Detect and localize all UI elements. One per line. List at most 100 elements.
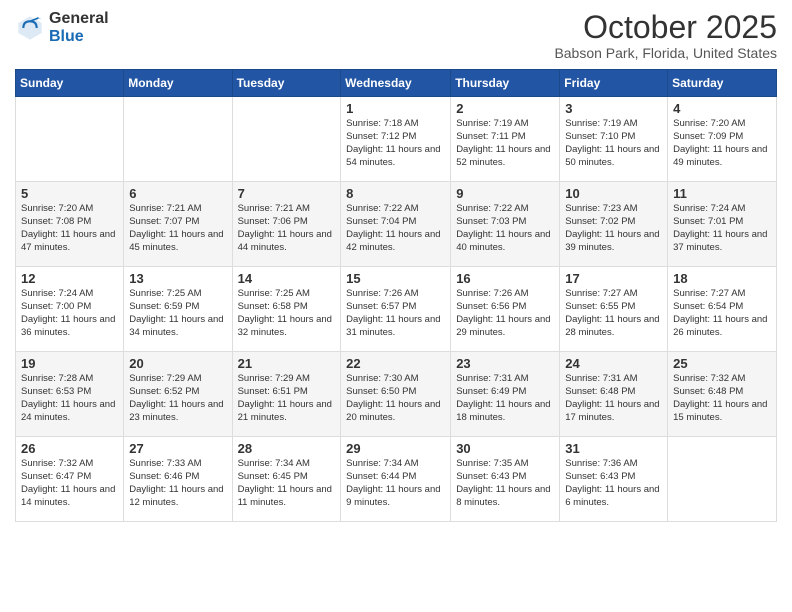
location: Babson Park, Florida, United States [554, 45, 777, 61]
day-number: 19 [21, 356, 118, 371]
logo: General Blue [15, 10, 109, 45]
day-info: Sunrise: 7:20 AM Sunset: 7:08 PM Dayligh… [21, 203, 118, 254]
month-title: October 2025 [554, 10, 777, 45]
calendar-cell: 8 Sunrise: 7:22 AM Sunset: 7:04 PM Daylig… [341, 182, 451, 267]
calendar-cell: 30 Sunrise: 7:35 AM Sunset: 6:43 PM Dayli… [451, 437, 560, 522]
day-number: 23 [456, 356, 554, 371]
calendar-cell: 12 Sunrise: 7:24 AM Sunset: 7:00 PM Dayli… [16, 267, 124, 352]
day-number: 31 [565, 441, 662, 456]
calendar-cell [124, 97, 232, 182]
day-number: 13 [129, 271, 226, 286]
day-info: Sunrise: 7:25 AM Sunset: 6:59 PM Dayligh… [129, 288, 226, 339]
logo-icon [15, 13, 45, 43]
calendar-table: SundayMondayTuesdayWednesdayThursdayFrid… [15, 69, 777, 522]
calendar-cell: 14Sunrise: 7:25 AM Sunset: 6:58 PM Dayli… [232, 267, 341, 352]
calendar-cell: 10 Sunrise: 7:23 AM Sunset: 7:02 PM Dayli… [560, 182, 668, 267]
logo-general-text: General [49, 10, 109, 28]
day-number: 17 [565, 271, 662, 286]
calendar-cell: 7 Sunrise: 7:21 AM Sunset: 7:06 PM Daylig… [232, 182, 341, 267]
day-number: 22 [346, 356, 445, 371]
calendar-cell: 13 Sunrise: 7:25 AM Sunset: 6:59 PM Dayli… [124, 267, 232, 352]
calendar-cell: 28 Sunrise: 7:34 AM Sunset: 6:45 PM Dayli… [232, 437, 341, 522]
day-number: 29 [346, 441, 445, 456]
day-info: Sunrise: 7:22 AM Sunset: 7:03 PM Dayligh… [456, 203, 554, 254]
day-info: Sunrise: 7:27 AM Sunset: 6:55 PM Dayligh… [565, 288, 662, 339]
day-info: Sunrise: 7:32 AM Sunset: 6:47 PM Dayligh… [21, 458, 118, 509]
day-info: Sunrise: 7:31 AM Sunset: 6:49 PM Dayligh… [456, 373, 554, 424]
weekday-header-tuesday: Tuesday [232, 70, 341, 97]
day-info: Sunrise: 7:29 AM Sunset: 6:52 PM Dayligh… [129, 373, 226, 424]
title-section: October 2025 Babson Park, Florida, Unite… [554, 10, 777, 61]
day-number: 28 [238, 441, 336, 456]
day-number: 21 [238, 356, 336, 371]
calendar-cell: 25Sunrise: 7:32 AM Sunset: 6:48 PM Dayli… [668, 352, 777, 437]
day-info: Sunrise: 7:27 AM Sunset: 6:54 PM Dayligh… [673, 288, 771, 339]
calendar-cell [16, 97, 124, 182]
day-info: Sunrise: 7:19 AM Sunset: 7:11 PM Dayligh… [456, 118, 554, 169]
calendar-cell: 29 Sunrise: 7:34 AM Sunset: 6:44 PM Dayli… [341, 437, 451, 522]
calendar-cell: 15 Sunrise: 7:26 AM Sunset: 6:57 PM Dayli… [341, 267, 451, 352]
day-number: 11 [673, 186, 771, 201]
day-info: Sunrise: 7:21 AM Sunset: 7:06 PM Dayligh… [238, 203, 336, 254]
day-number: 15 [346, 271, 445, 286]
day-info: Sunrise: 7:21 AM Sunset: 7:07 PM Dayligh… [129, 203, 226, 254]
weekday-header-monday: Monday [124, 70, 232, 97]
day-info: Sunrise: 7:29 AM Sunset: 6:51 PM Dayligh… [238, 373, 336, 424]
calendar-cell: 17 Sunrise: 7:27 AM Sunset: 6:55 PM Dayli… [560, 267, 668, 352]
calendar-cell: 20 Sunrise: 7:29 AM Sunset: 6:52 PM Dayli… [124, 352, 232, 437]
calendar-cell: 26Sunrise: 7:32 AM Sunset: 6:47 PM Dayli… [16, 437, 124, 522]
day-info: Sunrise: 7:35 AM Sunset: 6:43 PM Dayligh… [456, 458, 554, 509]
day-info: Sunrise: 7:20 AM Sunset: 7:09 PM Dayligh… [673, 118, 771, 169]
calendar-cell: 22 Sunrise: 7:30 AM Sunset: 6:50 PM Dayli… [341, 352, 451, 437]
day-info: Sunrise: 7:23 AM Sunset: 7:02 PM Dayligh… [565, 203, 662, 254]
day-number: 16 [456, 271, 554, 286]
day-number: 20 [129, 356, 226, 371]
day-number: 30 [456, 441, 554, 456]
day-number: 1 [346, 101, 445, 116]
day-number: 9 [456, 186, 554, 201]
calendar-cell: 21 Sunrise: 7:29 AM Sunset: 6:51 PM Dayli… [232, 352, 341, 437]
day-number: 6 [129, 186, 226, 201]
calendar-cell: 5 Sunrise: 7:20 AM Sunset: 7:08 PM Daylig… [16, 182, 124, 267]
calendar-cell: 4 Sunrise: 7:20 AM Sunset: 7:09 PM Daylig… [668, 97, 777, 182]
day-info: Sunrise: 7:25 AM Sunset: 6:58 PM Dayligh… [238, 288, 336, 339]
day-number: 5 [21, 186, 118, 201]
day-info: Sunrise: 7:30 AM Sunset: 6:50 PM Dayligh… [346, 373, 445, 424]
calendar-cell [668, 437, 777, 522]
day-number: 8 [346, 186, 445, 201]
calendar-cell: 18Sunrise: 7:27 AM Sunset: 6:54 PM Dayli… [668, 267, 777, 352]
calendar-cell: 24 Sunrise: 7:31 AM Sunset: 6:48 PM Dayli… [560, 352, 668, 437]
day-info: Sunrise: 7:26 AM Sunset: 6:57 PM Dayligh… [346, 288, 445, 339]
weekday-header-sunday: Sunday [16, 70, 124, 97]
weekday-header-thursday: Thursday [451, 70, 560, 97]
day-number: 27 [129, 441, 226, 456]
calendar-cell: 1 Sunrise: 7:18 AM Sunset: 7:12 PM Daylig… [341, 97, 451, 182]
logo-text: General Blue [49, 10, 109, 45]
weekday-header-friday: Friday [560, 70, 668, 97]
day-number: 10 [565, 186, 662, 201]
day-number: 7 [238, 186, 336, 201]
day-info: Sunrise: 7:28 AM Sunset: 6:53 PM Dayligh… [21, 373, 118, 424]
calendar-cell: 11 Sunrise: 7:24 AM Sunset: 7:01 PM Dayli… [668, 182, 777, 267]
calendar-week-row: 5 Sunrise: 7:20 AM Sunset: 7:08 PM Daylig… [16, 182, 777, 267]
day-info: Sunrise: 7:24 AM Sunset: 7:01 PM Dayligh… [673, 203, 771, 254]
day-info: Sunrise: 7:24 AM Sunset: 7:00 PM Dayligh… [21, 288, 118, 339]
day-info: Sunrise: 7:34 AM Sunset: 6:44 PM Dayligh… [346, 458, 445, 509]
day-info: Sunrise: 7:31 AM Sunset: 6:48 PM Dayligh… [565, 373, 662, 424]
calendar-week-row: 1 Sunrise: 7:18 AM Sunset: 7:12 PM Daylig… [16, 97, 777, 182]
day-info: Sunrise: 7:34 AM Sunset: 6:45 PM Dayligh… [238, 458, 336, 509]
day-info: Sunrise: 7:19 AM Sunset: 7:10 PM Dayligh… [565, 118, 662, 169]
day-number: 12 [21, 271, 118, 286]
calendar-week-row: 26Sunrise: 7:32 AM Sunset: 6:47 PM Dayli… [16, 437, 777, 522]
day-number: 24 [565, 356, 662, 371]
calendar-cell: 31 Sunrise: 7:36 AM Sunset: 6:43 PM Dayli… [560, 437, 668, 522]
day-number: 4 [673, 101, 771, 116]
day-number: 3 [565, 101, 662, 116]
day-info: Sunrise: 7:36 AM Sunset: 6:43 PM Dayligh… [565, 458, 662, 509]
day-info: Sunrise: 7:18 AM Sunset: 7:12 PM Dayligh… [346, 118, 445, 169]
day-number: 25 [673, 356, 771, 371]
calendar-header-row: SundayMondayTuesdayWednesdayThursdayFrid… [16, 70, 777, 97]
day-info: Sunrise: 7:22 AM Sunset: 7:04 PM Dayligh… [346, 203, 445, 254]
day-number: 2 [456, 101, 554, 116]
weekday-header-saturday: Saturday [668, 70, 777, 97]
